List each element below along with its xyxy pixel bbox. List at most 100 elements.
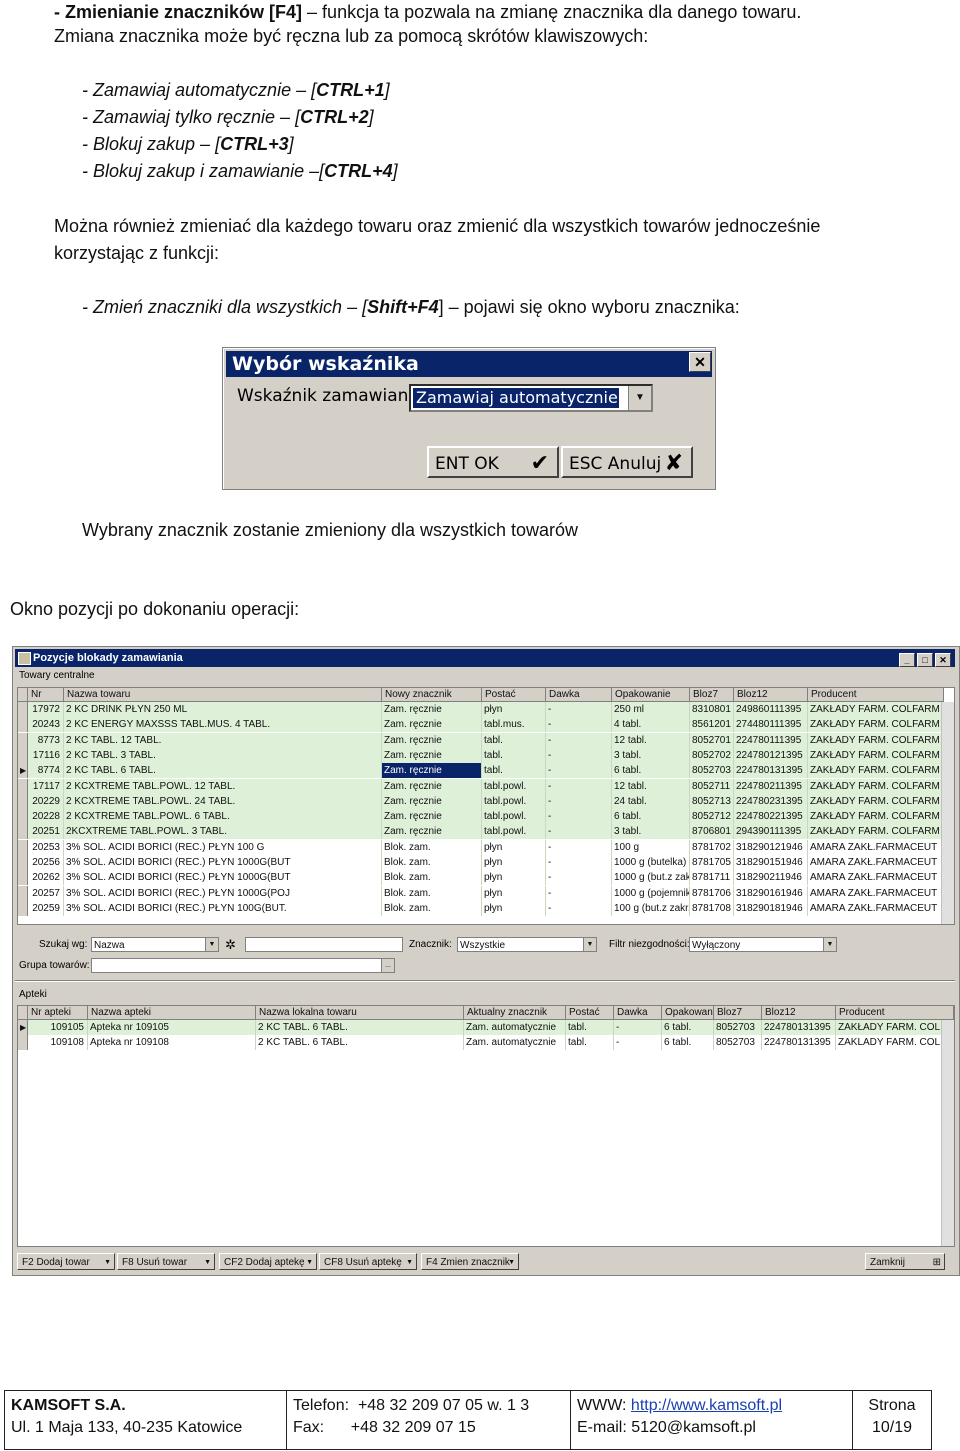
row-indicator[interactable] [18, 747, 28, 763]
row-indicator[interactable] [18, 870, 28, 886]
marker-filter-select[interactable]: Wszystkie ▼ [457, 937, 597, 952]
column-header[interactable]: Nazwa towaru [64, 688, 382, 702]
table-cell: tabl. [482, 732, 546, 748]
column-header[interactable]: Producent [808, 688, 944, 702]
table-cell: 224780131395 [762, 1035, 836, 1051]
mismatch-filter-select[interactable]: Wyłączony ▼ [689, 937, 837, 952]
column-header[interactable]: Dawka [614, 1006, 662, 1020]
column-header[interactable]: Bloz7 [714, 1006, 762, 1020]
table-row[interactable]: 20259 3% SOL. ACIDI BORICI (REC.) PŁYN 10… [18, 900, 954, 916]
column-header[interactable]: Nazwa apteki [88, 1006, 256, 1020]
close-icon[interactable]: ✕ [935, 653, 951, 667]
column-header[interactable]: Bloz12 [734, 688, 808, 702]
row-indicator[interactable] [18, 839, 28, 855]
table-cell: 17116 [28, 747, 64, 763]
table-row[interactable]: 20253 3% SOL. ACIDI BORICI (REC.) PŁYN 10… [18, 839, 954, 855]
table-row[interactable]: ▶ 8774 2 KC TABL. 6 TABL. Zam. ręcznie tabl.… [18, 763, 954, 779]
remove-product-button[interactable]: F8 Usuń towar ▼ [117, 1253, 215, 1270]
column-header[interactable]: Aktualny znacznik [464, 1006, 566, 1020]
row-indicator[interactable]: ▶ [18, 763, 28, 779]
table-row[interactable]: 20256 3% SOL. ACIDI BORICI (REC.) PŁYN 10… [18, 855, 954, 870]
marker-dialog: Wybór wskaźnika ✕ Wskaźnik zamawiania: Z… [222, 347, 716, 490]
row-indicator[interactable] [18, 855, 28, 870]
row-indicator[interactable] [18, 717, 28, 733]
table-row[interactable]: 109108 Apteka nr 109108 2 KC TABL. 6 TABL.… [18, 1035, 954, 1051]
table-cell: 8773 [28, 732, 64, 748]
table-cell: 24 tabl. [612, 793, 690, 809]
table-cell: AMARA ZAKŁ.FARMACEUT [808, 885, 944, 901]
scrollbar[interactable] [941, 1020, 954, 1246]
change-marker-button[interactable]: F4 Zmien znacznik ▼ [421, 1253, 519, 1270]
table-cell: 2 KC TABL. 6 TABL. [256, 1020, 464, 1035]
column-header[interactable]: Opakowanie [662, 1006, 714, 1020]
table-row[interactable]: 20262 3% SOL. ACIDI BORICI (REC.) PŁYN 10… [18, 870, 954, 886]
table-cell: 20228 [28, 809, 64, 825]
row-indicator[interactable] [18, 885, 28, 901]
table-row[interactable]: 17117 2 KCXTREME TABL.POWL. 12 TABL. Zam. … [18, 778, 954, 794]
table-cell: 8781708 [690, 900, 734, 916]
gear-icon[interactable]: ✲ [225, 937, 236, 953]
chevron-down-icon[interactable]: ▼ [823, 938, 836, 951]
row-indicator[interactable] [18, 732, 28, 748]
column-header[interactable]: Producent [836, 1006, 954, 1020]
table-cell: 3% SOL. ACIDI BORICI (REC.) PŁYN 100 G [64, 839, 382, 855]
marker-select[interactable]: Zamawiaj automatycznie ▼ [409, 384, 653, 412]
close-button[interactable]: Zamknij ⊞ [865, 1253, 945, 1270]
column-header[interactable]: Postać [482, 688, 546, 702]
column-header[interactable]: Dawka [546, 688, 612, 702]
row-indicator[interactable] [18, 778, 28, 794]
table-row[interactable]: 20251 2KCXTREME TABL.POWL. 3 TABL. Zam. rę… [18, 824, 954, 840]
table-row[interactable]: 20228 2 KCXTREME TABL.POWL. 6 TABL. Zam. r… [18, 809, 954, 825]
scrollbar[interactable] [941, 702, 954, 924]
column-header[interactable]: Postać [566, 1006, 614, 1020]
close-icon[interactable]: ✕ [689, 352, 711, 372]
row-indicator[interactable] [18, 702, 28, 717]
app-icon [18, 652, 31, 665]
column-header[interactable]: Nr [28, 688, 64, 702]
table-row[interactable]: 17972 2 KC DRINK PŁYN 250 ML Zam. ręcznie p… [18, 702, 954, 717]
table-cell: tabl.powl. [482, 824, 546, 840]
column-header[interactable]: Opakowanie [612, 688, 690, 702]
remove-pharmacy-button[interactable]: CF8 Usuń aptekę ▼ [319, 1253, 417, 1270]
row-indicator[interactable] [18, 824, 28, 840]
chevron-down-icon[interactable]: ▼ [205, 938, 218, 951]
cancel-button[interactable]: ESC Anuluj ✘ [561, 446, 693, 478]
table-cell: płyn [482, 839, 546, 855]
exit-icon: ⊞ [932, 1257, 941, 1268]
table-row[interactable]: 20243 2 KC ENERGY MAXSSS TABL.MUS. 4 TABL… [18, 717, 954, 733]
add-pharmacy-button[interactable]: CF2 Dodaj aptekę ▼ [219, 1253, 317, 1270]
column-header[interactable]: Bloz12 [762, 1006, 836, 1020]
column-header[interactable]: Nr apteki [28, 1006, 88, 1020]
column-header[interactable]: Nowy znacznik [382, 688, 482, 702]
chevron-down-icon[interactable]: ▼ [628, 386, 651, 410]
row-indicator[interactable]: ▶ [18, 1020, 28, 1035]
add-product-button[interactable]: F2 Dodaj towar ▼ [17, 1253, 115, 1270]
table-row[interactable]: 20257 3% SOL. ACIDI BORICI (REC.) PŁYN 10… [18, 885, 954, 901]
ok-button[interactable]: ENT OK ✔ [427, 446, 559, 478]
row-indicator[interactable] [18, 900, 28, 916]
cross-icon: ✘ [664, 451, 683, 476]
table-cell: 100 g [612, 839, 690, 855]
website-link[interactable]: http://www.kamsoft.pl [631, 1397, 782, 1414]
maximize-icon[interactable]: □ [917, 653, 933, 667]
chevron-down-icon[interactable]: ▼ [583, 938, 596, 951]
column-header[interactable]: Nazwa lokalna towaru [256, 1006, 464, 1020]
table-row[interactable]: 17116 2 KC TABL. 3 TABL. Zam. ręcznie tabl.… [18, 747, 954, 763]
table-cell: 2 KC ENERGY MAXSSS TABL.MUS. 4 TABL. [64, 717, 382, 733]
ellipsis-icon[interactable]: ... [381, 959, 394, 972]
table-row[interactable]: 8773 2 KC TABL. 12 TABL. Zam. ręcznie tabl.… [18, 732, 954, 748]
footer-company: KAMSOFT S.A. Ul. 1 Maja 133, 40-235 Kato… [5, 1391, 287, 1449]
row-indicator[interactable] [18, 1035, 28, 1051]
table-row[interactable]: 20229 2 KCXTREME TABL.POWL. 24 TABL. Zam. … [18, 793, 954, 809]
minimize-icon[interactable]: _ [899, 653, 915, 667]
search-input[interactable] [245, 937, 403, 952]
table-cell: 8781706 [690, 885, 734, 901]
search-by-select[interactable]: Nazwa ▼ [91, 937, 219, 952]
row-indicator[interactable] [18, 793, 28, 809]
row-indicator[interactable] [18, 809, 28, 825]
table-cell: 2 KC TABL. 3 TABL. [64, 747, 382, 763]
table-row[interactable]: ▶ 109105 Apteka nr 109105 2 KC TABL. 6 TABL… [18, 1020, 954, 1035]
column-header[interactable]: Bloz7 [690, 688, 734, 702]
pharmacies-grid: Nr apteki Nazwa apteki Nazwa lokalna tow… [17, 1005, 955, 1247]
group-input[interactable]: ... [91, 958, 395, 973]
